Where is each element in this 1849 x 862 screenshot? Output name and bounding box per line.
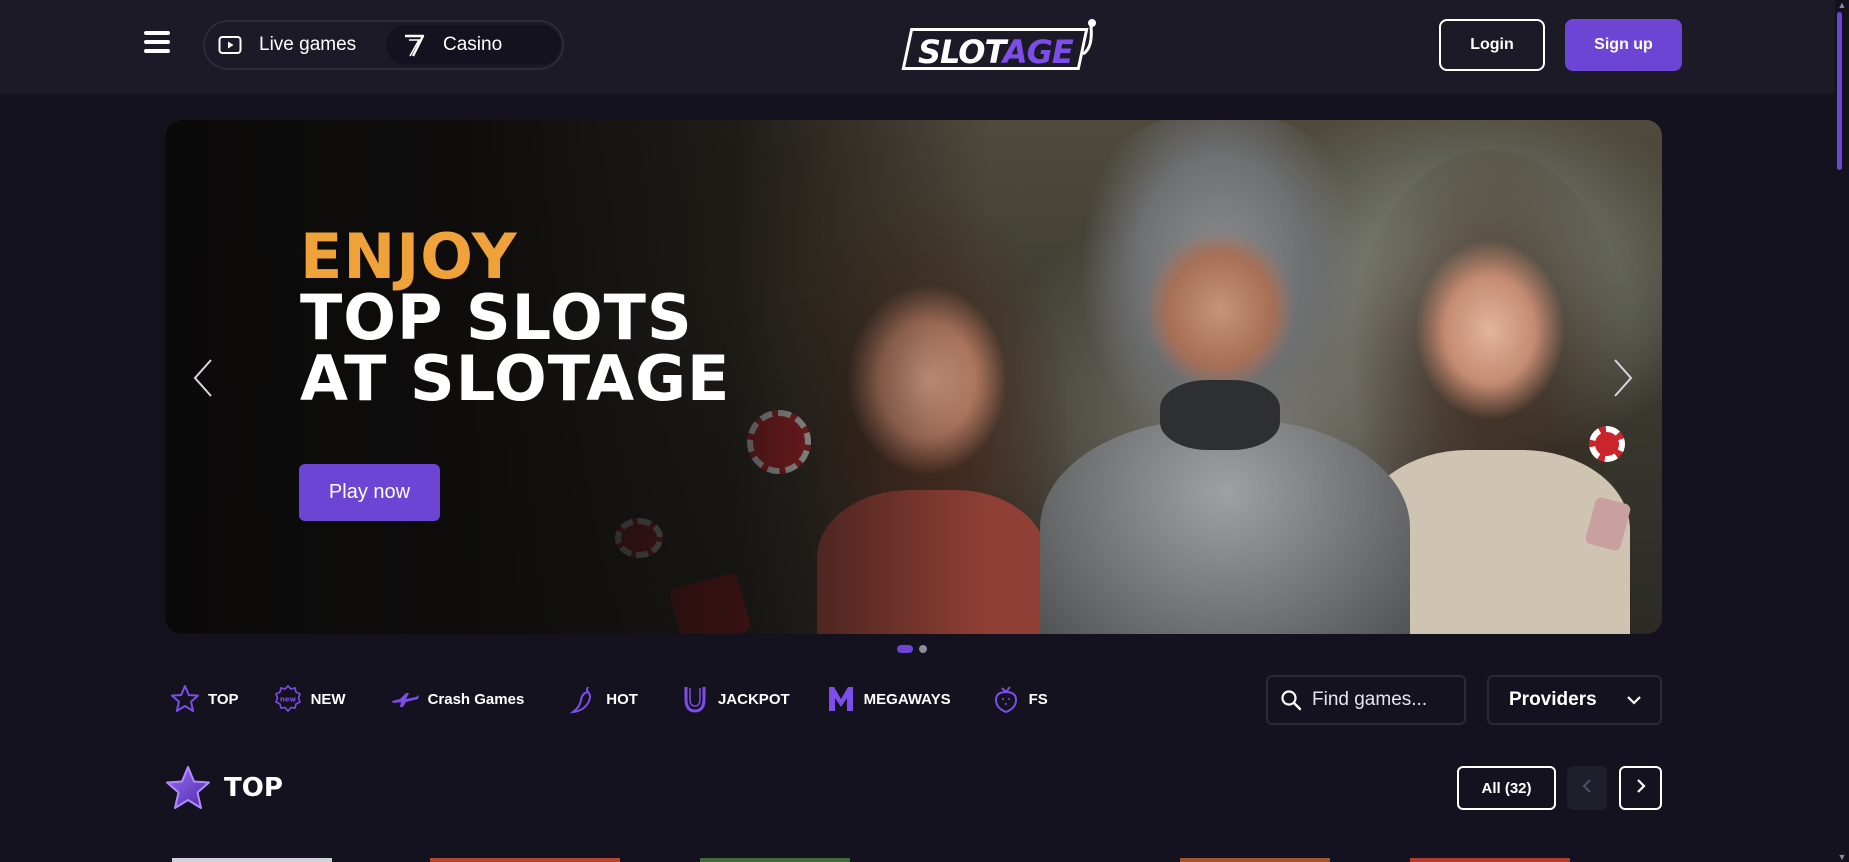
game-tile-peek xyxy=(1410,858,1570,862)
section-prev-button[interactable] xyxy=(1567,766,1607,810)
category-label: NEW xyxy=(310,690,346,708)
seven-slot-icon xyxy=(401,32,427,58)
login-button[interactable]: Login xyxy=(1439,19,1545,71)
scroll-down-icon[interactable]: ▼ xyxy=(1837,852,1847,862)
game-tile-peek xyxy=(1180,858,1330,862)
view-all-button[interactable]: All (32) xyxy=(1457,766,1556,810)
star-icon xyxy=(164,764,212,812)
game-tile-peek xyxy=(430,858,620,862)
search-input[interactable] xyxy=(1312,689,1462,711)
site-header: Live games Casino SLOTAGE Login Sign up xyxy=(0,0,1835,94)
section-next-button[interactable] xyxy=(1619,766,1662,810)
game-tile-peek xyxy=(172,858,332,862)
chevron-down-icon xyxy=(1626,689,1642,711)
new-badge-icon: new xyxy=(273,684,303,714)
scroll-up-icon[interactable]: ▲ xyxy=(1837,0,1847,10)
category-label: FS xyxy=(1028,690,1048,708)
mode-switch: Live games Casino xyxy=(203,20,564,70)
signup-button[interactable]: Sign up xyxy=(1565,19,1682,71)
providers-dropdown[interactable]: Providers xyxy=(1487,675,1662,725)
page-scrollbar[interactable]: ▲ ▼ xyxy=(1835,0,1849,862)
scrollbar-thumb[interactable] xyxy=(1837,12,1842,170)
chevron-right-icon[interactable] xyxy=(1607,356,1637,400)
chevron-left-icon[interactable] xyxy=(189,356,219,400)
logo-text-slot: SLOT xyxy=(918,33,1004,71)
category-hot[interactable]: HOT xyxy=(568,684,638,714)
hero-banner: ENJOY TOP SLOTS AT SLOTAGE Play now xyxy=(165,120,1662,634)
play-video-icon xyxy=(217,32,243,58)
category-label: Crash Games xyxy=(427,690,525,708)
chevron-right-icon xyxy=(1635,778,1647,799)
carousel-dot-2[interactable] xyxy=(919,645,927,653)
category-label: MEGAWAYS xyxy=(863,690,951,708)
category-jackpot[interactable]: JACKPOT xyxy=(680,684,790,714)
game-search[interactable] xyxy=(1266,675,1466,725)
section-title: TOP xyxy=(224,773,283,803)
providers-label: Providers xyxy=(1509,689,1597,710)
chili-pepper-icon xyxy=(568,684,598,714)
category-megaways[interactable]: MEGAWAYS xyxy=(826,684,951,714)
strawberry-icon xyxy=(991,684,1021,714)
headline-line-1: ENJOY xyxy=(300,220,518,293)
section-header-top: TOP xyxy=(164,764,283,812)
hamburger-menu-icon[interactable] xyxy=(144,31,170,55)
play-now-button[interactable]: Play now xyxy=(299,464,440,521)
carousel-dots xyxy=(897,645,927,653)
search-icon xyxy=(1280,689,1302,711)
casino-tab[interactable]: Casino xyxy=(386,25,561,65)
horseshoe-icon xyxy=(680,684,710,714)
megaways-m-icon xyxy=(826,684,856,714)
category-label: TOP xyxy=(208,690,239,708)
logo-text-age: AGE xyxy=(1002,33,1074,71)
star-icon xyxy=(170,684,200,714)
headline-line-3: AT SLOTAGE xyxy=(300,342,731,415)
category-bar: TOP new NEW Crash Games HOT JACKPOT MEGA… xyxy=(170,682,1048,716)
chevron-left-icon xyxy=(1581,778,1593,799)
category-label: HOT xyxy=(606,690,638,708)
category-top[interactable]: TOP xyxy=(170,684,239,714)
carousel-dot-1[interactable] xyxy=(897,645,913,653)
airplane-icon xyxy=(390,684,420,714)
category-label: JACKPOT xyxy=(717,690,790,708)
casino-label: Casino xyxy=(443,34,503,55)
headline-line-2: TOP SLOTS xyxy=(300,281,693,354)
slotage-logo[interactable]: SLOTAGE xyxy=(901,18,1100,74)
category-crash-games[interactable]: Crash Games xyxy=(390,684,525,714)
category-new[interactable]: new NEW xyxy=(273,684,346,714)
game-tile-peek xyxy=(700,858,850,862)
live-games-label: Live games xyxy=(259,34,357,55)
svg-text:new: new xyxy=(279,696,296,704)
category-fs[interactable]: FS xyxy=(991,684,1048,714)
banner-headline: ENJOY TOP SLOTS AT SLOTAGE xyxy=(300,220,731,415)
